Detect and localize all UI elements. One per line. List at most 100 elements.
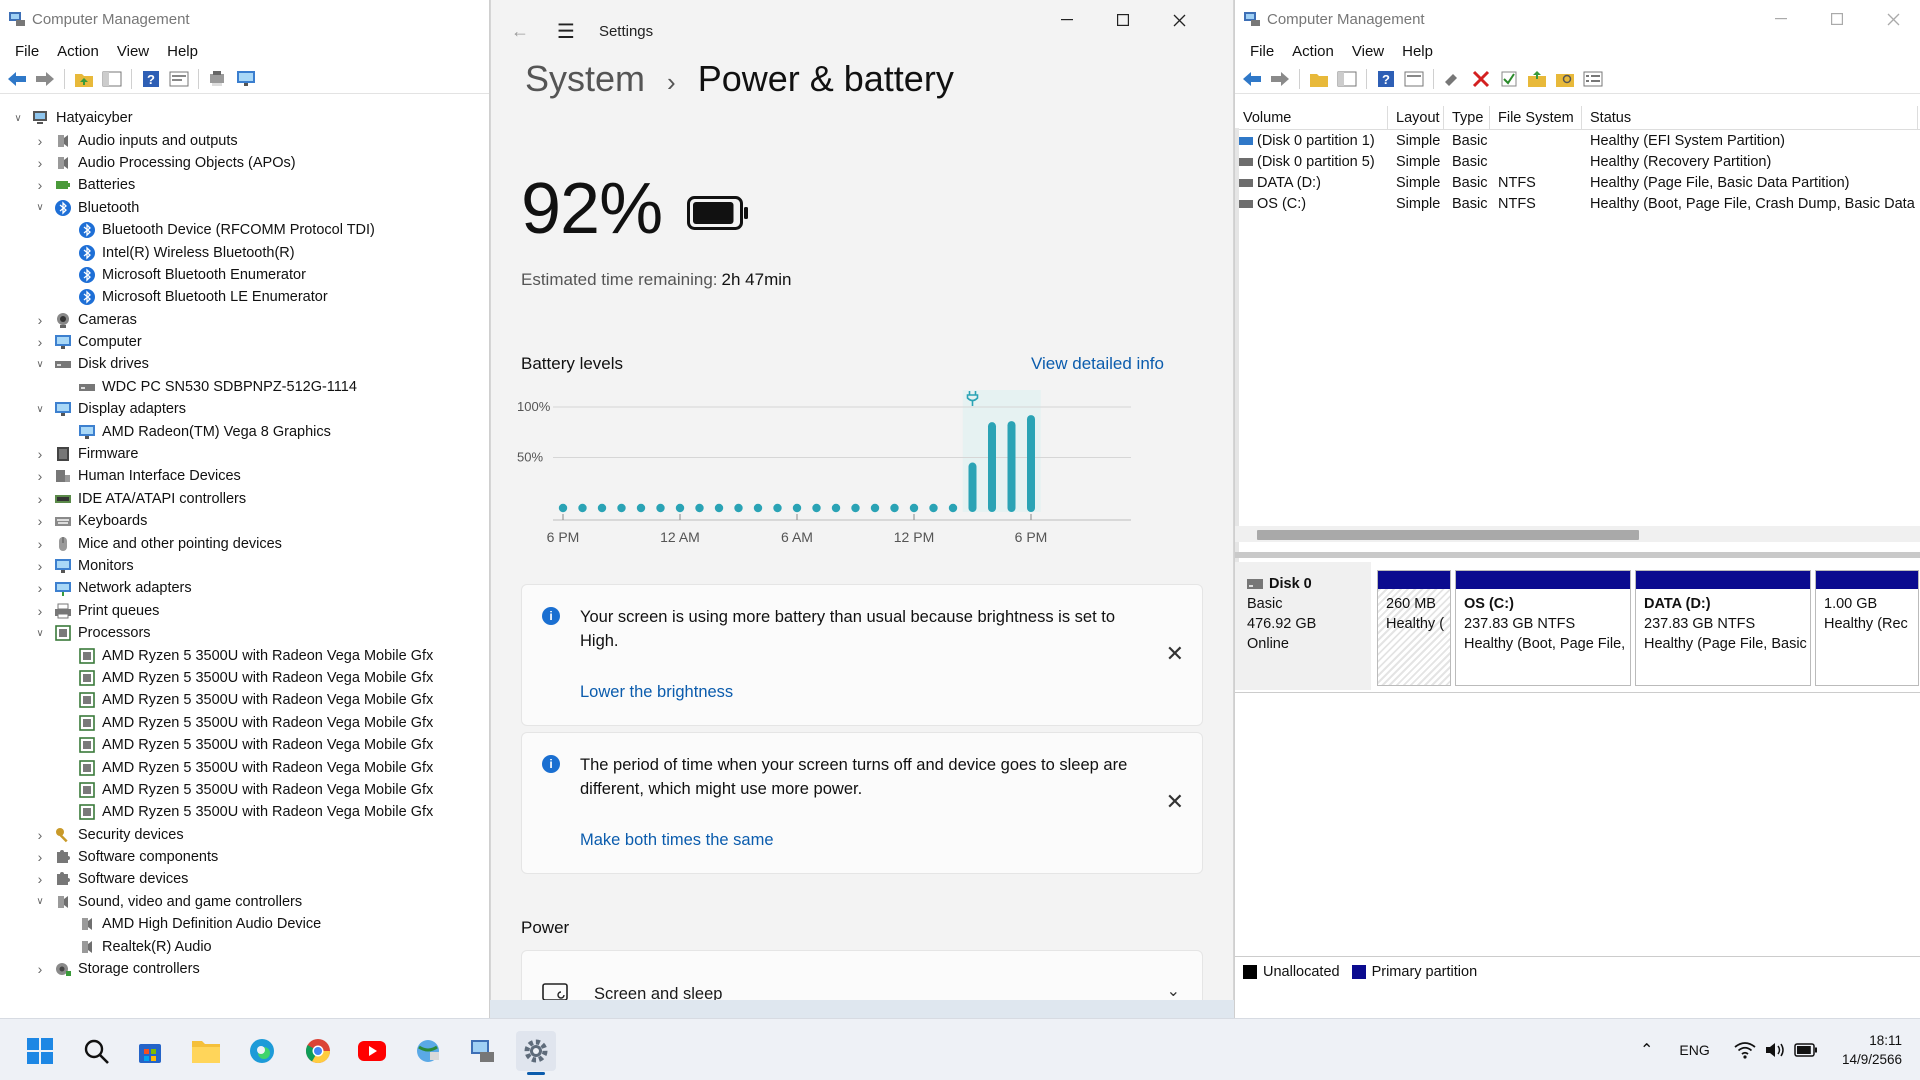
chevron-up-icon[interactable]: ⌃ xyxy=(1640,1040,1653,1060)
column-volume[interactable]: Volume xyxy=(1235,106,1388,129)
tree-node[interactable]: ∨ Bluetooth xyxy=(0,197,489,219)
tree-node[interactable]: AMD Ryzen 5 3500U with Radeon Vega Mobil… xyxy=(0,756,489,778)
table-row[interactable]: (Disk 0 partition 1) Simple Basic Healthy (… xyxy=(1235,130,1920,151)
minimize-button[interactable] xyxy=(1039,0,1095,40)
menu-file[interactable]: File xyxy=(6,43,48,60)
scan-hardware-icon[interactable] xyxy=(207,68,229,90)
menu-action[interactable]: Action xyxy=(1283,43,1343,60)
chevron-down-icon[interactable]: ∨ xyxy=(34,628,46,639)
back-icon[interactable]: ← xyxy=(511,21,529,42)
minimize-button[interactable] xyxy=(1753,0,1809,38)
close-button[interactable] xyxy=(1151,0,1207,40)
tree-node[interactable]: › IDE ATA/ATAPI controllers xyxy=(0,488,489,510)
chevron-down-icon[interactable]: ∨ xyxy=(34,896,46,907)
search-button[interactable] xyxy=(76,1031,116,1071)
dismiss-close-icon[interactable]: ✕ xyxy=(1166,641,1184,667)
chevron-down-icon[interactable]: ∨ xyxy=(34,359,46,370)
chevron-down-icon[interactable]: ∨ xyxy=(34,404,46,415)
dismiss-close-icon[interactable]: ✕ xyxy=(1166,789,1184,815)
chevron-down-icon[interactable]: ∨ xyxy=(12,113,24,124)
partition-recovery[interactable]: 1.00 GB Healthy (Rec xyxy=(1815,570,1919,686)
file-explorer-app[interactable] xyxy=(186,1031,226,1071)
tree-node[interactable]: WDC PC SN530 SDBPNPZ-512G-1114 xyxy=(0,376,489,398)
tree-node[interactable]: ∨ Sound, video and game controllers xyxy=(0,891,489,913)
chevron-right-icon[interactable]: › xyxy=(34,536,46,552)
up-folder-icon[interactable] xyxy=(73,68,95,90)
tree-node[interactable]: AMD Ryzen 5 3500U with Radeon Vega Mobil… xyxy=(0,734,489,756)
menu-view[interactable]: View xyxy=(1343,43,1393,60)
chevron-right-icon[interactable]: › xyxy=(34,468,46,484)
edge-app[interactable] xyxy=(242,1031,282,1071)
lower-brightness-link[interactable]: Lower the brightness xyxy=(580,683,733,702)
chevron-right-icon[interactable]: › xyxy=(34,603,46,619)
tree-node[interactable]: ∨ Hatyaicyber xyxy=(0,107,489,129)
column-layout[interactable]: Layout xyxy=(1388,106,1444,129)
chrome-app[interactable] xyxy=(298,1031,338,1071)
table-row[interactable]: (Disk 0 partition 5) Simple Basic Healthy (… xyxy=(1235,151,1920,172)
vertical-scrollbar[interactable] xyxy=(1235,128,1239,568)
tree-node[interactable]: › Cameras xyxy=(0,309,489,331)
tree-node[interactable]: › Software components xyxy=(0,846,489,868)
settings-app[interactable] xyxy=(516,1031,556,1075)
column-type[interactable]: Type xyxy=(1444,106,1490,129)
battery-tray-icon[interactable] xyxy=(1794,1043,1818,1057)
language-indicator[interactable]: ENG xyxy=(1679,1042,1709,1058)
maximize-button[interactable] xyxy=(1809,0,1865,38)
menu-file[interactable]: File xyxy=(1241,43,1283,60)
disk-0-label[interactable]: Disk 0 Basic 476.92 GB Online xyxy=(1235,562,1371,690)
help-icon[interactable]: ? xyxy=(140,68,162,90)
chevron-right-icon[interactable]: › xyxy=(34,177,46,193)
tree-node[interactable]: AMD Ryzen 5 3500U with Radeon Vega Mobil… xyxy=(0,689,489,711)
menu-action[interactable]: Action xyxy=(48,43,108,60)
back-arrow-icon[interactable] xyxy=(1241,68,1263,90)
menu-help[interactable]: Help xyxy=(158,43,207,60)
tree-node[interactable]: AMD Ryzen 5 3500U with Radeon Vega Mobil… xyxy=(0,779,489,801)
partition-efi[interactable]: 260 MB Healthy ( xyxy=(1377,570,1451,686)
title-bar[interactable]: Computer Management xyxy=(0,0,489,38)
chevron-right-icon[interactable]: › xyxy=(34,133,46,149)
tree-node[interactable]: Intel(R) Wireless Bluetooth(R) xyxy=(0,241,489,263)
tree-node[interactable]: › Computer xyxy=(0,331,489,353)
chevron-right-icon[interactable]: › xyxy=(34,961,46,977)
chevron-right-icon[interactable]: › xyxy=(34,558,46,574)
tree-node[interactable]: › Network adapters xyxy=(0,577,489,599)
network-app[interactable] xyxy=(408,1031,448,1071)
clock[interactable]: 18:11 14/9/2566 xyxy=(1842,1031,1902,1069)
back-arrow-icon[interactable] xyxy=(6,68,28,90)
maximize-button[interactable] xyxy=(1095,0,1151,40)
chevron-right-icon[interactable]: › xyxy=(34,513,46,529)
tree-node[interactable]: AMD Radeon(TM) Vega 8 Graphics xyxy=(0,420,489,442)
properties-icon[interactable] xyxy=(168,68,190,90)
chevron-right-icon[interactable]: › xyxy=(34,334,46,350)
chevron-right-icon[interactable]: › xyxy=(34,871,46,887)
tree-node[interactable]: Microsoft Bluetooth LE Enumerator xyxy=(0,286,489,308)
tree-node[interactable]: ∨ Disk drives xyxy=(0,353,489,375)
tree-node[interactable]: Bluetooth Device (RFCOMM Protocol TDI) xyxy=(0,219,489,241)
start-button[interactable] xyxy=(20,1031,60,1071)
tree-node[interactable]: › Human Interface Devices xyxy=(0,465,489,487)
tree-node[interactable]: AMD High Definition Audio Device xyxy=(0,913,489,935)
chevron-right-icon[interactable]: › xyxy=(34,155,46,171)
tree-node[interactable]: AMD Ryzen 5 3500U with Radeon Vega Mobil… xyxy=(0,644,489,666)
tree-node[interactable]: Microsoft Bluetooth Enumerator xyxy=(0,264,489,286)
chevron-right-icon[interactable]: › xyxy=(34,312,46,328)
pane-splitter[interactable] xyxy=(1235,552,1920,558)
tree-node[interactable]: › Print queues xyxy=(0,600,489,622)
column-status[interactable]: Status xyxy=(1582,106,1918,129)
show-hide-console-icon[interactable] xyxy=(101,68,123,90)
nav-menu-icon[interactable]: ☰ xyxy=(557,19,575,44)
chevron-right-icon[interactable]: › xyxy=(34,849,46,865)
tree-node[interactable]: › Security devices xyxy=(0,824,489,846)
tree-node[interactable]: › Keyboards xyxy=(0,510,489,532)
chevron-right-icon[interactable]: › xyxy=(34,446,46,462)
breadcrumb-system[interactable]: System xyxy=(525,58,645,100)
youtube-app[interactable] xyxy=(352,1031,392,1071)
connect-icon[interactable] xyxy=(1442,68,1464,90)
tree-node[interactable]: › Firmware xyxy=(0,443,489,465)
table-row[interactable]: OS (C:) Simple Basic NTFS Healthy (Boot, Pag… xyxy=(1235,193,1920,214)
store-app[interactable] xyxy=(130,1031,170,1071)
tree-node[interactable]: › Mice and other pointing devices xyxy=(0,532,489,554)
tree-node[interactable]: › Batteries xyxy=(0,174,489,196)
computer-management-app[interactable] xyxy=(462,1031,502,1071)
help-icon[interactable]: ? xyxy=(1375,68,1397,90)
